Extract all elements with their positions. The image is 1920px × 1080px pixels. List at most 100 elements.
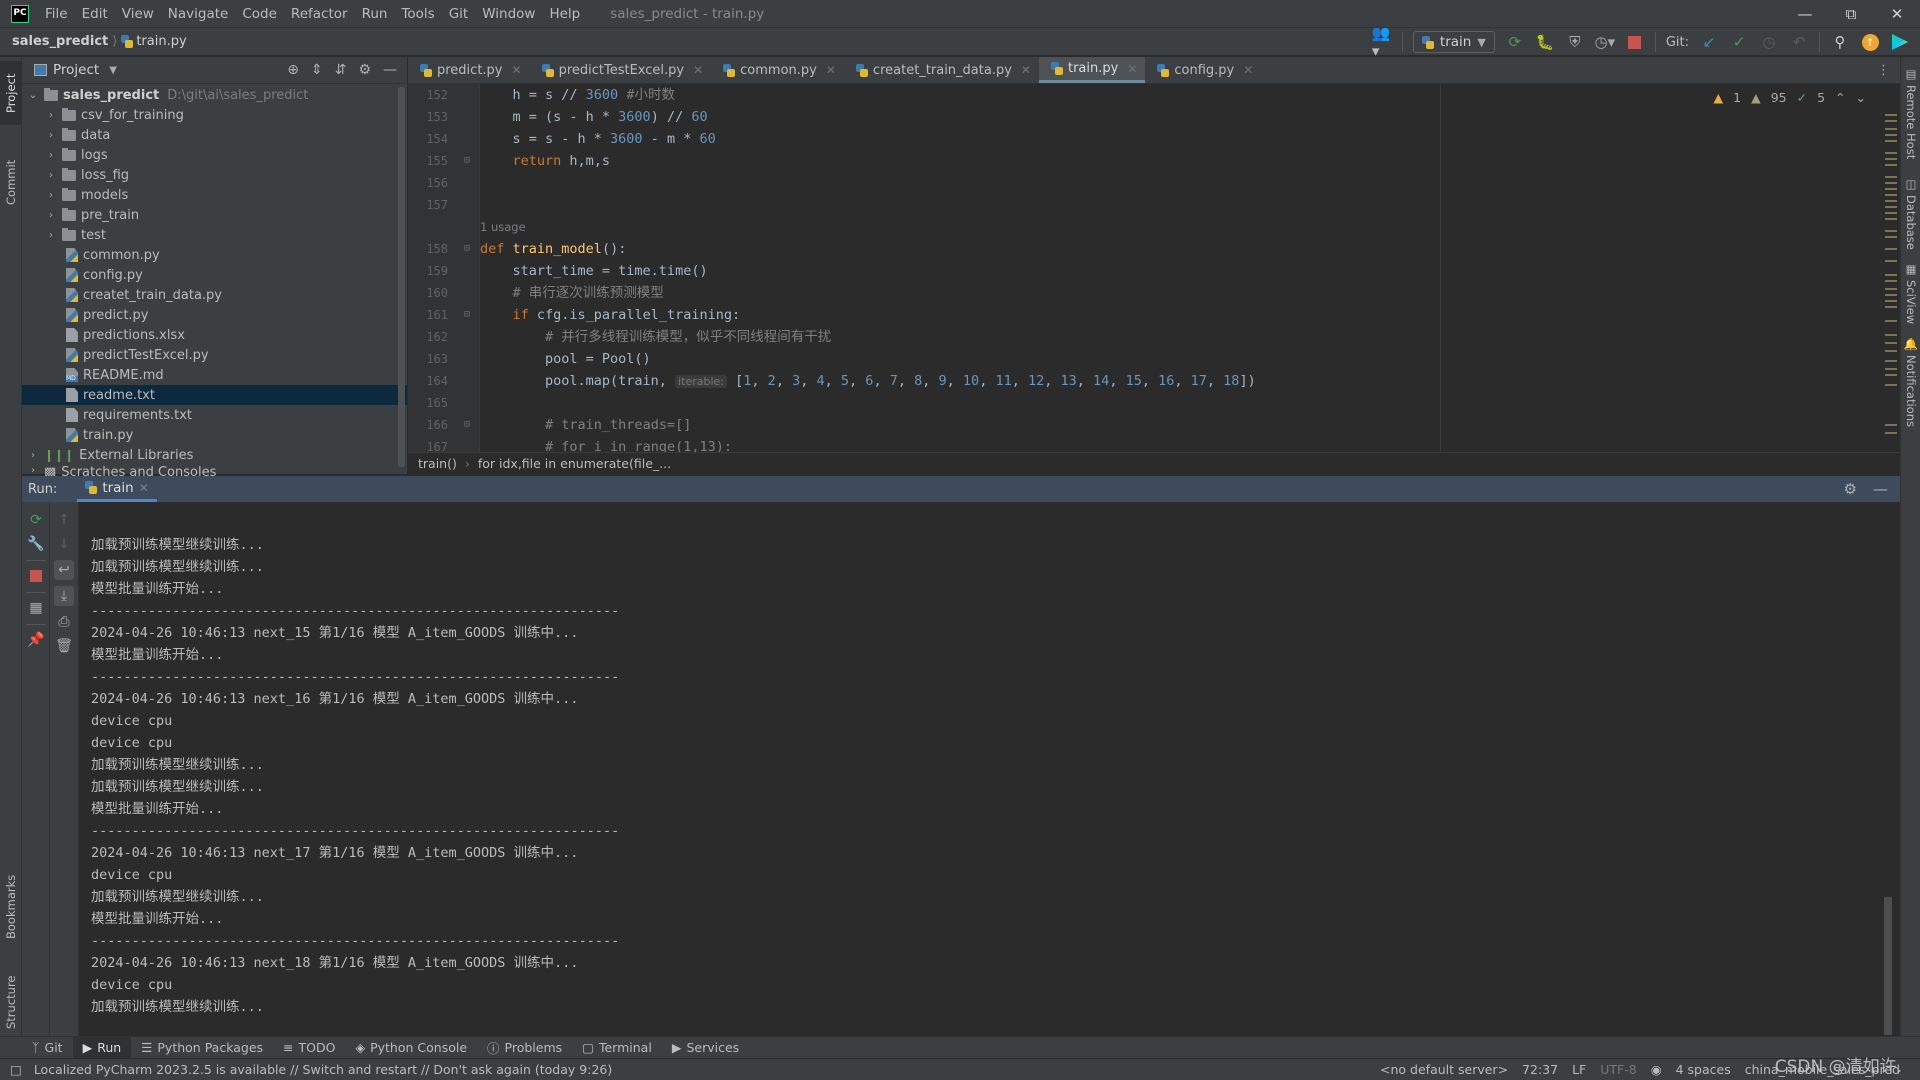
error-stripe-mark[interactable] [1885,334,1897,336]
indent-setting[interactable]: 4 spaces [1676,1062,1731,1077]
fold-icon[interactable]: ⊟ [464,414,470,436]
line-number[interactable]: 162 [414,326,448,348]
error-stripe-mark[interactable] [1885,212,1897,214]
gear-icon[interactable]: ⚙ [358,62,371,78]
fold-icon[interactable]: ⊟ [464,304,470,326]
error-stripe-mark[interactable] [1885,182,1897,184]
code-line[interactable]: 163 pool = Pool() [408,348,1880,370]
trash-icon[interactable]: 🗑 [54,636,74,656]
pin-icon[interactable]: 📌 [26,630,46,650]
menu-run[interactable]: Run [362,6,388,22]
line-number[interactable]: 153 [414,106,448,128]
error-stripe-mark[interactable] [1885,320,1897,322]
tree-file[interactable]: config.py [22,265,407,285]
profile-icon[interactable]: ◷▾ [1595,32,1616,52]
line-number[interactable]: 155 [414,150,448,172]
tree-root[interactable]: ⌄ sales_predict D:\git\ai\sales_predict [22,85,407,105]
tab-predict-py[interactable]: predict.py ✕ [408,57,530,83]
line-number[interactable]: 158 [414,238,448,260]
chevron-right-icon[interactable]: › [44,190,58,201]
close-tab-icon[interactable]: ✕ [693,63,703,77]
more-tabs-icon[interactable]: ⋮ [1877,63,1890,78]
tree-folder[interactable]: › models [22,185,407,205]
chevron-down-icon[interactable]: ⌄ [26,90,40,101]
tree-external-libraries[interactable]: › ❙❙❙ External Libraries [22,445,407,465]
code-line[interactable]: 152 h = s // 3600 #小时数 [408,84,1880,106]
tool-window-structure[interactable]: Structure [0,957,22,1047]
arrow-up-icon[interactable]: ↑ [54,510,74,530]
error-stripe-mark[interactable] [1885,274,1897,276]
menu-tools[interactable]: Tools [401,6,434,22]
hide-panel-icon[interactable]: — [1873,480,1888,498]
menu-code[interactable]: Code [242,6,277,22]
error-stripe-mark[interactable] [1885,248,1897,250]
stop-icon[interactable] [1625,32,1645,52]
tool-window-problems[interactable]: ⓘ Problems [477,1037,572,1059]
coverage-icon[interactable]: ⛨ [1565,32,1585,52]
error-stripe-mark[interactable] [1885,360,1897,362]
close-tab-icon[interactable]: ✕ [139,481,149,495]
status-message[interactable]: Localized PyCharm 2023.2.5 is available … [34,1062,612,1077]
error-stripe-mark[interactable] [1885,384,1897,386]
tool-window-services[interactable]: ▶ Services [662,1037,749,1059]
line-number[interactable]: 156 [414,172,448,194]
tool-window-sciview[interactable]: ▦ SciView [1901,262,1920,332]
menu-edit[interactable]: Edit [82,6,108,22]
chevron-right-icon[interactable]: › [44,210,58,221]
tree-folder[interactable]: › loss_fig [22,165,407,185]
toggle-tool-windows-icon[interactable]: □ [10,1062,22,1077]
tab-createt-train-data-py[interactable]: createt_train_data.py ✕ [844,57,1039,83]
tree-folder[interactable]: › data [22,125,407,145]
tree-file[interactable]: README.md [22,365,407,385]
rerun-icon[interactable]: ⟳ [26,510,46,530]
error-stripe-mark[interactable] [1885,432,1897,434]
error-stripe-mark[interactable] [1885,300,1897,302]
stop-icon[interactable] [26,566,46,586]
code-line[interactable]: 166 ⊟ # train_threads=[] [408,414,1880,436]
line-number[interactable]: 163 [414,348,448,370]
tool-window-todo[interactable]: ≡ TODO [273,1037,345,1059]
error-stripe-mark[interactable] [1885,194,1897,196]
error-stripe-mark[interactable] [1885,306,1897,308]
error-stripe-mark[interactable] [1885,206,1897,208]
error-stripe-mark[interactable] [1885,294,1897,296]
error-stripe-mark[interactable] [1885,260,1897,262]
locate-file-icon[interactable]: ⊕ [287,62,299,78]
chevron-right-icon[interactable]: › [44,230,58,241]
tool-window-python-console[interactable]: ◈ Python Console [345,1037,477,1059]
error-stripe-mark[interactable] [1885,200,1897,202]
error-stripe-mark[interactable] [1885,424,1897,426]
tool-window-database[interactable]: ◫ Database [1901,177,1920,257]
menu-file[interactable]: File [45,6,68,22]
user-icon[interactable]: 👥▾ [1372,24,1392,60]
tree-file[interactable]: createt_train_data.py [22,285,407,305]
menu-window[interactable]: Window [482,6,535,22]
layout-icon[interactable]: ▦ [26,598,46,618]
close-tab-icon[interactable]: ✕ [826,63,836,77]
tool-window-project[interactable]: Project [0,61,22,125]
expand-all-icon[interactable]: ⇕ [311,62,323,78]
tool-window-python-packages[interactable]: ☰ Python Packages [131,1037,273,1059]
menu-help[interactable]: Help [549,6,580,22]
deployment-server[interactable]: <no default server> [1380,1062,1508,1077]
breadcrumb-project[interactable]: sales_predict [12,34,108,49]
line-number[interactable]: 160 [414,282,448,304]
error-stripe-mark[interactable] [1885,288,1897,290]
next-problem-icon[interactable]: ⌄ [1856,90,1866,105]
inspection-widget[interactable]: ▲ 1 ▲ 95 ✓ 5 ⌃ ⌄ [1713,90,1866,105]
error-stripe-mark[interactable] [1885,164,1897,166]
error-stripe-mark[interactable] [1885,188,1897,190]
chevron-right-icon[interactable]: › [44,130,58,141]
project-scrollbar[interactable] [398,87,405,467]
collapse-all-icon[interactable]: ⇵ [335,62,347,78]
error-stripe-mark[interactable] [1885,114,1897,116]
git-rollback-icon[interactable]: ↶ [1789,32,1809,52]
code-editor[interactable]: 152 h = s // 3600 #小时数 153 m = (s - h * 3… [408,84,1880,452]
line-number[interactable]: 159 [414,260,448,282]
code-line[interactable]: 165 [408,392,1880,414]
code-line[interactable]: 160 # 串行逐次训练预测模型 [408,282,1880,304]
line-number[interactable]: 157 [414,194,448,216]
cursor-position[interactable]: 72:37 [1522,1062,1558,1077]
jetbrains-toolbox-icon[interactable] [1890,32,1910,52]
error-stripe-mark[interactable] [1885,280,1897,282]
